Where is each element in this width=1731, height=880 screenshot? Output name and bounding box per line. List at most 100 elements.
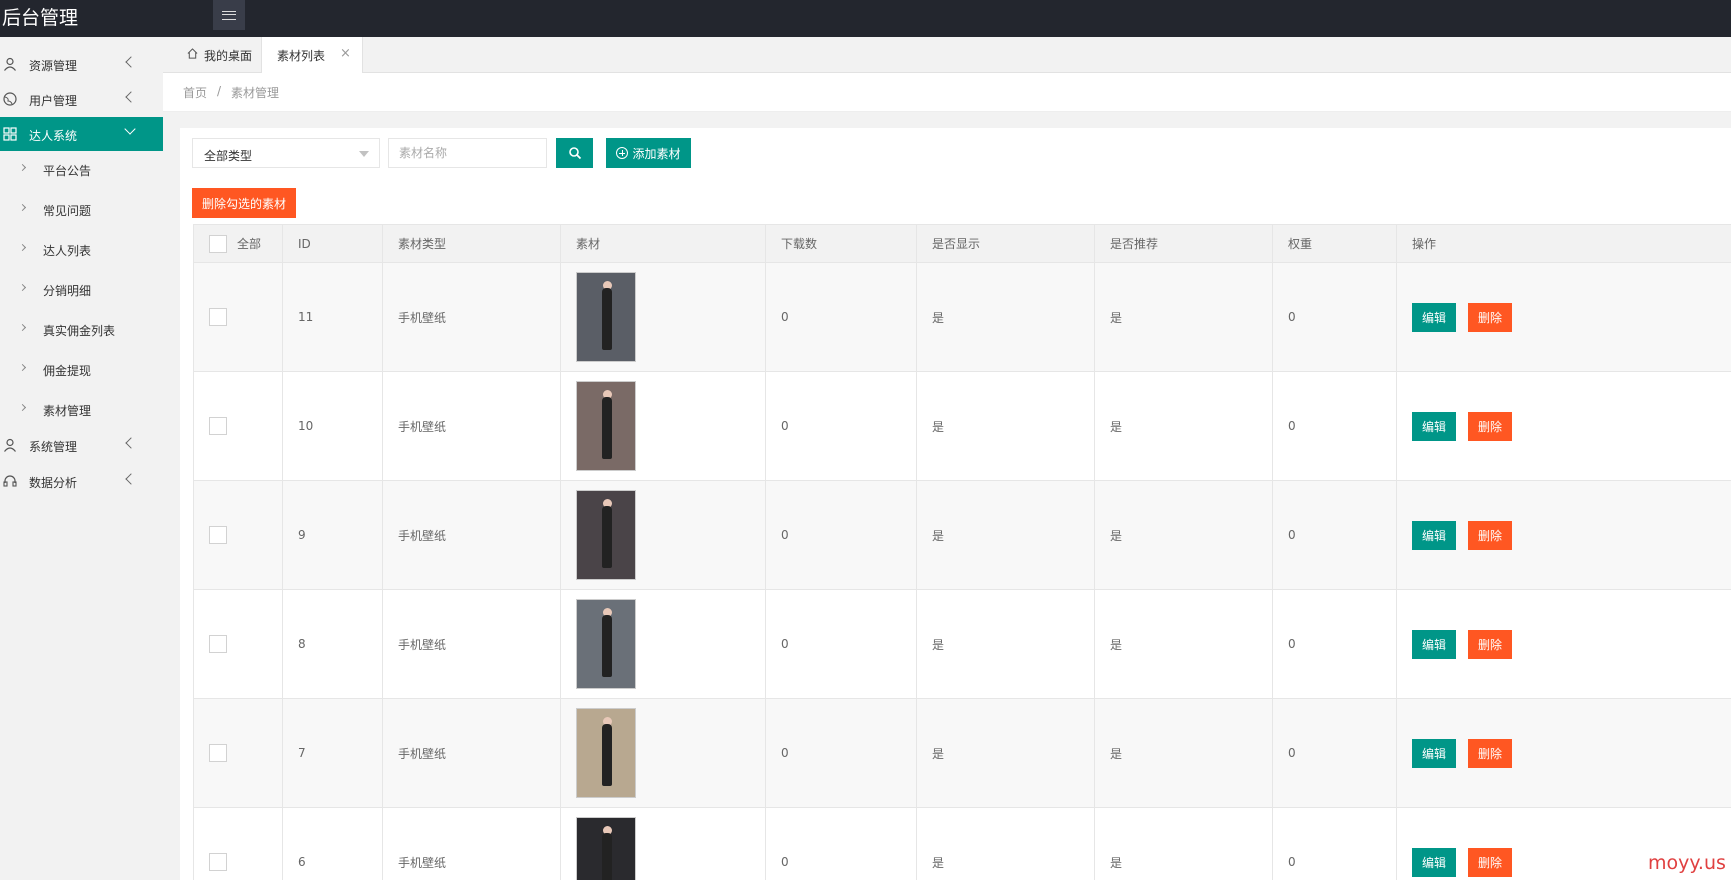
sidebar-item-analytics[interactable]: 数据分析 [0, 464, 163, 498]
row-show: 是 [916, 589, 1095, 699]
row-id: 9 [282, 480, 383, 590]
row-weight: 0 [1272, 480, 1397, 590]
row-show: 是 [916, 371, 1095, 481]
table-row: 10 手机壁纸 0 是是 0 编辑 删除 [193, 371, 1731, 481]
breadcrumb-home[interactable]: 首页 [183, 84, 207, 101]
user-icon [4, 438, 16, 452]
add-material-label: 添加素材 [632, 146, 681, 161]
delete-button[interactable]: 删除 [1468, 411, 1512, 441]
row-id: 10 [282, 371, 383, 481]
edit-button[interactable]: 编辑 [1412, 629, 1456, 659]
sidebar-subitem-commission-list[interactable]: 真实佣金列表 [0, 312, 163, 348]
delete-button[interactable]: 删除 [1468, 520, 1512, 550]
sidebar-subitem-label: 素材管理 [43, 404, 92, 418]
delete-button[interactable]: 删除 [1468, 629, 1512, 659]
chevron-right-icon [18, 323, 27, 332]
close-icon[interactable]: × [340, 46, 351, 61]
edit-button[interactable]: 编辑 [1412, 738, 1456, 768]
sidebar-subitem-faq[interactable]: 常见问题 [0, 192, 163, 228]
row-recommend: 是 [1094, 589, 1273, 699]
row-select-cell [193, 698, 283, 808]
user-icon [4, 57, 16, 71]
row-type: 手机壁纸 [382, 698, 561, 808]
row-show: 是 [916, 807, 1095, 880]
caret-down-icon [359, 151, 369, 157]
row-checkbox[interactable] [209, 417, 227, 435]
sidebar-item-label: 资源管理 [29, 59, 78, 73]
sidebar-item-resources[interactable]: 资源管理 [0, 47, 163, 81]
table-header-row: 全部 ID 素材类型 素材 下载数 是否显示 是否推荐 权重 操作 [193, 224, 1731, 263]
row-ops-cell: 编辑 删除 [1396, 262, 1731, 372]
material-thumbnail[interactable] [576, 490, 636, 580]
sidebar-subitem-distribution[interactable]: 分销明细 [0, 272, 163, 308]
delete-button[interactable]: 删除 [1468, 302, 1512, 332]
delete-button[interactable]: 删除 [1468, 847, 1512, 877]
row-material-cell [560, 698, 766, 808]
material-thumbnail[interactable] [576, 708, 636, 798]
row-id: 6 [282, 807, 383, 880]
header-select-all: 全部 [193, 224, 283, 263]
sidebar-item-talent-system[interactable]: 达人系统 [0, 117, 163, 151]
row-checkbox[interactable] [209, 526, 227, 544]
row-checkbox[interactable] [209, 744, 227, 762]
sidebar-subitem-label: 佣金提现 [43, 364, 92, 378]
sidebar-subitem-label: 平台公告 [43, 164, 92, 178]
edit-button[interactable]: 编辑 [1412, 411, 1456, 441]
material-thumbnail[interactable] [576, 381, 636, 471]
row-recommend: 是 [1094, 262, 1273, 372]
sidebar-item-users[interactable]: 用户管理 [0, 82, 163, 116]
material-thumbnail[interactable] [576, 817, 636, 880]
type-select-value: 全部类型 [204, 149, 253, 163]
row-downloads: 0 [765, 589, 917, 699]
header-downloads: 下载数 [765, 224, 917, 263]
row-weight: 0 [1272, 371, 1397, 481]
edit-button[interactable]: 编辑 [1412, 302, 1456, 332]
breadcrumb-current: 素材管理 [231, 86, 280, 100]
header-show: 是否显示 [916, 224, 1095, 263]
header-ops: 操作 [1396, 224, 1731, 263]
add-material-button[interactable]: 添加素材 [606, 138, 691, 168]
row-weight: 0 [1272, 807, 1397, 880]
menu-toggle-button[interactable] [213, 0, 245, 30]
material-thumbnail[interactable] [576, 599, 636, 689]
header-id: ID [282, 224, 383, 263]
figure-body [602, 724, 612, 786]
row-checkbox[interactable] [209, 635, 227, 653]
row-checkbox[interactable] [209, 853, 227, 871]
chevron-right-icon [18, 163, 27, 172]
sidebar-subitem-talent-list[interactable]: 达人列表 [0, 232, 163, 268]
sidebar-subitem-label: 分销明细 [43, 284, 92, 298]
type-select[interactable]: 全部类型 [192, 138, 380, 168]
row-weight: 0 [1272, 262, 1397, 372]
row-type: 手机壁纸 [382, 807, 561, 880]
sidebar-item-system[interactable]: 系统管理 [0, 428, 163, 462]
sidebar-subitem-material[interactable]: 素材管理 [0, 392, 163, 428]
edit-button[interactable]: 编辑 [1412, 520, 1456, 550]
row-ops-cell: 编辑 删除 [1396, 589, 1731, 699]
tab-my-desktop[interactable]: 我的桌面 [177, 37, 263, 73]
delete-selected-button[interactable]: 删除勾选的素材 [192, 188, 296, 218]
search-button[interactable] [556, 138, 593, 168]
row-downloads: 0 [765, 807, 917, 880]
row-show: 是 [916, 480, 1095, 590]
tab-material-list[interactable]: 素材列表 × [261, 37, 363, 74]
sidebar-subitem-announcement[interactable]: 平台公告 [0, 152, 163, 188]
sidebar-subitem-withdraw[interactable]: 佣金提现 [0, 352, 163, 388]
delete-button[interactable]: 删除 [1468, 738, 1512, 768]
edit-button[interactable]: 编辑 [1412, 847, 1456, 877]
row-select-cell [193, 807, 283, 880]
plus-circle-icon [616, 147, 629, 159]
select-all-checkbox[interactable] [209, 234, 227, 253]
home-icon [187, 48, 198, 59]
sidebar-item-label: 系统管理 [29, 440, 78, 454]
header-recommend: 是否推荐 [1094, 224, 1273, 263]
material-name-input[interactable] [388, 138, 547, 168]
row-checkbox[interactable] [209, 308, 227, 326]
table-row: 6 手机壁纸 0 是是 0 编辑 删除 [193, 807, 1731, 880]
grid-icon [3, 127, 17, 141]
sidebar-item-label: 达人系统 [29, 129, 78, 143]
row-select-cell [193, 262, 283, 372]
tab-label: 我的桌面 [204, 49, 253, 63]
row-show: 是 [916, 698, 1095, 808]
material-thumbnail[interactable] [576, 272, 636, 362]
